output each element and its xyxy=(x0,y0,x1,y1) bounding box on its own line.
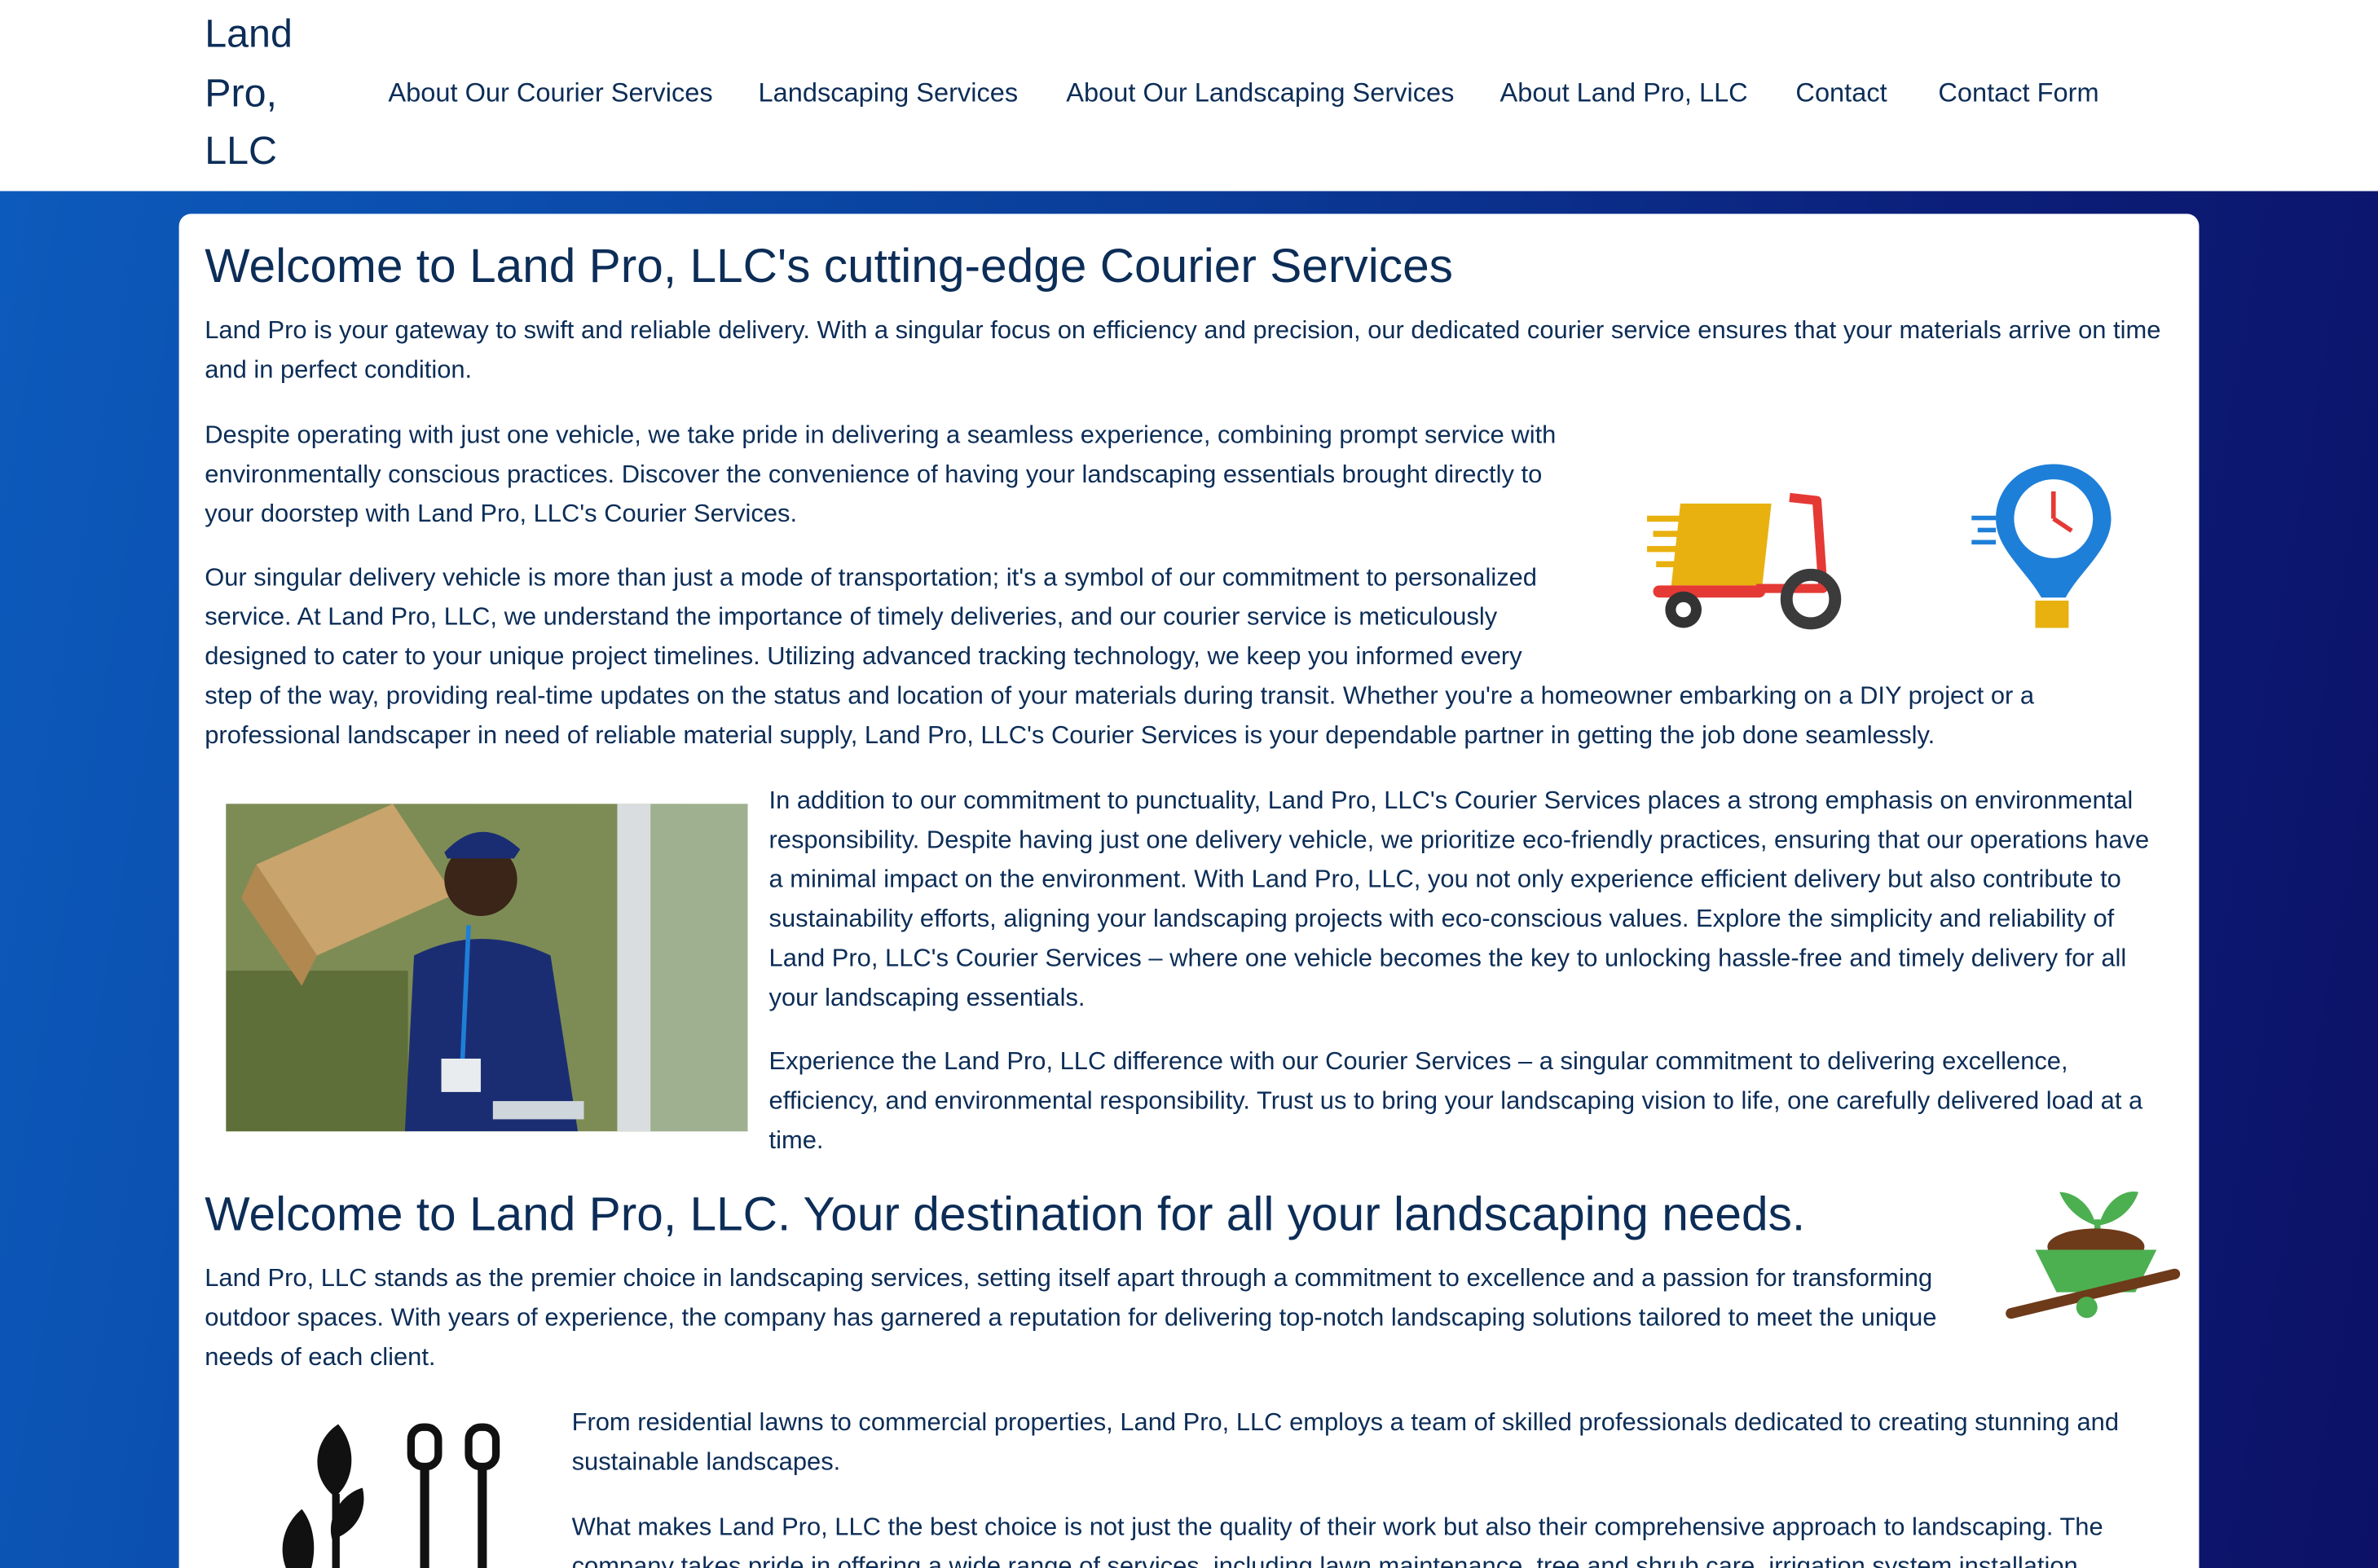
nav-link-contact-form[interactable]: Contact Form xyxy=(1938,76,2098,109)
wheelbarrow-plant-icon xyxy=(2005,1180,2181,1326)
courier-symbol-paragraph-wrap: Our singular delivery vehicle is more th… xyxy=(205,558,2161,755)
courier-environment-paragraph: In addition to our commitment to punctua… xyxy=(768,785,2150,1011)
nav-link-about-landscaping[interactable]: About Our Landscaping Services xyxy=(1066,76,1454,109)
gardening-tools-icon xyxy=(266,1418,523,1568)
landscaping-intro-paragraph: Land Pro, LLC stands as the premier choi… xyxy=(205,1263,1937,1371)
top-nav: Land Pro, LLC About Our Courier Services… xyxy=(0,0,2378,192)
nav-link-about-land-pro[interactable]: About Land Pro, LLC xyxy=(1500,76,1748,109)
nav-link-contact[interactable]: Contact xyxy=(1795,76,1887,109)
page: Land Pro, LLC About Our Courier Services… xyxy=(0,0,2378,1568)
courier-vehicle-paragraph: Despite operating with just one vehicle,… xyxy=(205,420,1557,528)
courier-heading: Welcome to Land Pro, LLC's cutting-edge … xyxy=(205,238,1453,293)
landscaping-approach-paragraph: What makes Land Pro, LLC the best choice… xyxy=(571,1512,2103,1568)
courier-delivery-photo xyxy=(226,804,748,1132)
courier-intro-paragraph: Land Pro is your gateway to swift and re… xyxy=(205,315,2161,384)
site-brand[interactable]: Land Pro, LLC xyxy=(205,5,326,180)
courier-difference-paragraph: Experience the Land Pro, LLC difference … xyxy=(768,1046,2143,1154)
nav-link-about-courier[interactable]: About Our Courier Services xyxy=(388,76,712,109)
landscaping-team-paragraph: From residential lawns to commercial pro… xyxy=(571,1407,2120,1476)
landscaping-heading: Welcome to Land Pro, LLC. Your destinati… xyxy=(205,1186,1806,1241)
float-spacer xyxy=(1562,558,2161,673)
nav-link-landscaping-services[interactable]: Landscaping Services xyxy=(759,76,1019,109)
